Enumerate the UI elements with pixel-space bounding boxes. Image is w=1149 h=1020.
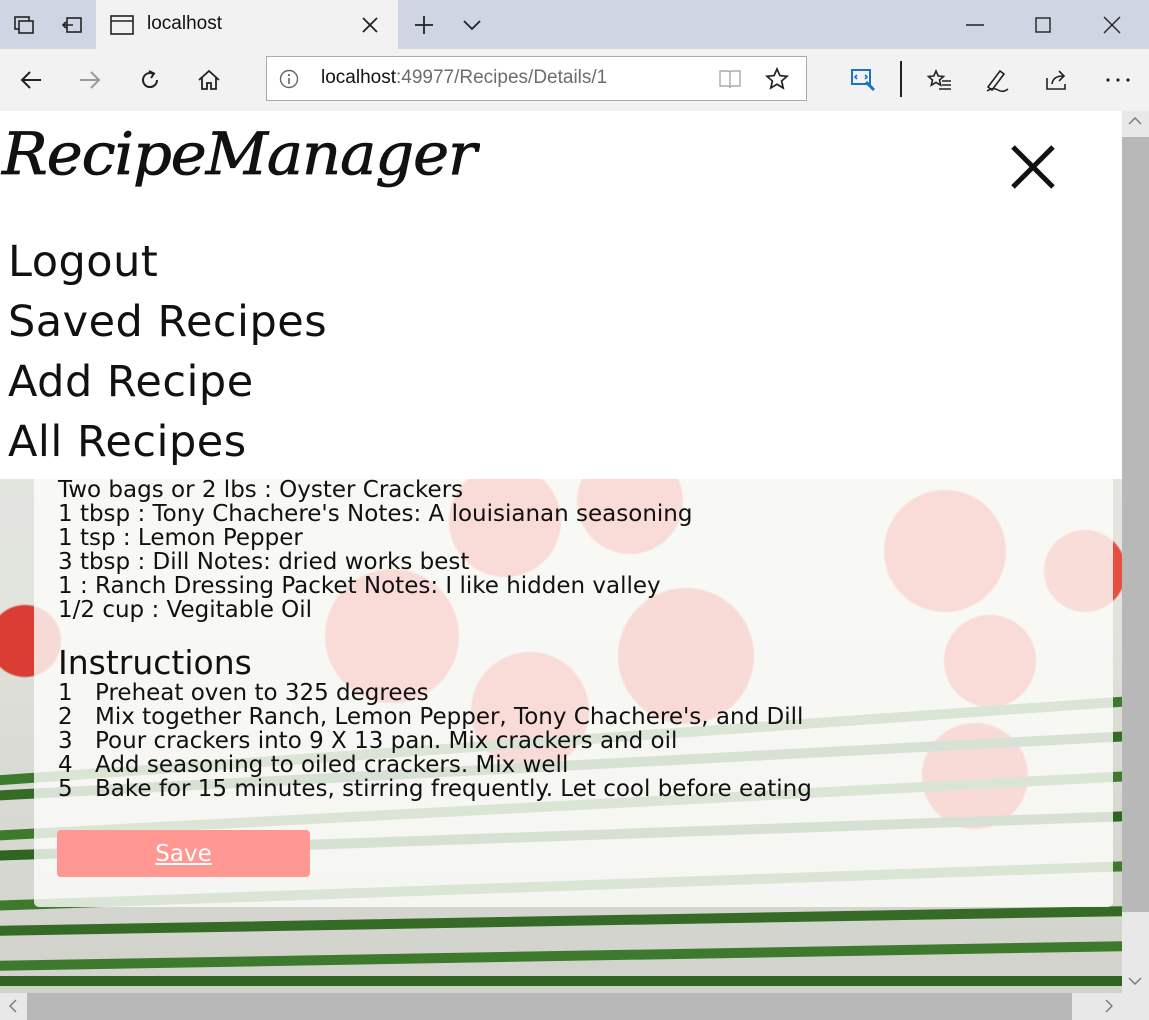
menu-item-logout[interactable]: Logout	[8, 237, 158, 287]
browser-navigation-bar: localhost:49977/Recipes/Details/1	[0, 49, 1149, 112]
step-text: Preheat oven to 325 degrees	[95, 680, 429, 706]
instructions-heading: Instructions	[58, 643, 252, 682]
new-tab-icon[interactable]	[400, 0, 448, 49]
step-text: Pour crackers into 9 X 13 pan. Mix crack…	[95, 728, 678, 754]
menu-item-saved-recipes[interactable]: Saved Recipes	[8, 297, 327, 347]
pen-notes-icon[interactable]	[969, 49, 1025, 111]
ingredient-item: 1 tbsp : Tony Chachere's Notes: A louisi…	[58, 501, 693, 527]
reading-view-icon[interactable]	[718, 68, 742, 94]
svg-text:RecipeManager: RecipeManager	[1, 120, 480, 188]
forward-arrow-icon[interactable]	[62, 49, 118, 111]
ingredient-item: 1/2 cup : Vegitable Oil	[58, 597, 313, 623]
page-viewport: Two bags or 2 lbs : Oyster Crackers 1 tb…	[0, 111, 1122, 993]
minimize-icon[interactable]	[941, 0, 1009, 49]
scroll-right-icon[interactable]	[1104, 999, 1114, 1017]
tab-title: localhost	[147, 13, 222, 34]
developer-tools-icon[interactable]	[836, 49, 892, 111]
site-info-icon[interactable]	[279, 69, 299, 93]
tab-manager-icon[interactable]	[0, 0, 48, 49]
save-button[interactable]: Save	[57, 830, 310, 877]
share-icon[interactable]	[1029, 49, 1085, 111]
favorites-list-icon[interactable]	[911, 49, 967, 111]
address-bar[interactable]: localhost:49977/Recipes/Details/1	[266, 56, 807, 101]
step-number: 5	[58, 776, 73, 802]
close-tab-icon[interactable]	[358, 13, 382, 37]
step-text: Add seasoning to oiled crackers. Mix wel…	[95, 752, 569, 778]
toolbar-separator	[900, 61, 902, 97]
step-number: 3	[58, 728, 73, 754]
recipemanager-logo[interactable]: RecipeManager	[0, 111, 482, 195]
step-number: 2	[58, 704, 73, 730]
url-text[interactable]: localhost:49977/Recipes/Details/1	[321, 67, 607, 89]
menu-item-add-recipe[interactable]: Add Recipe	[8, 357, 254, 407]
scroll-up-icon[interactable]	[1128, 114, 1142, 130]
browser-tab[interactable]: localhost	[96, 0, 398, 49]
step-number: 1	[58, 680, 73, 706]
ingredient-item: 1 : Ranch Dressing Packet Notes: I like …	[58, 573, 661, 599]
ingredient-item: 3 tbsp : Dill Notes: dried works best	[58, 549, 470, 575]
menu-item-all-recipes[interactable]: All Recipes	[8, 417, 247, 467]
favorite-star-icon[interactable]	[764, 66, 790, 95]
scroll-left-icon[interactable]	[8, 999, 18, 1017]
page-icon	[110, 15, 134, 39]
browser-tab-strip: localhost	[0, 0, 1149, 49]
window-close-icon[interactable]	[1078, 0, 1146, 49]
tab-preview-chevron-icon[interactable]	[448, 0, 496, 49]
horizontal-scrollbar-thumb[interactable]	[27, 993, 1072, 1020]
close-menu-icon[interactable]	[1005, 141, 1061, 197]
scroll-down-icon[interactable]	[1128, 974, 1142, 990]
back-arrow-icon[interactable]	[3, 49, 59, 111]
refresh-icon[interactable]	[122, 49, 178, 111]
set-tabs-aside-icon[interactable]	[48, 0, 96, 49]
home-icon[interactable]	[181, 49, 237, 111]
step-number: 4	[58, 752, 73, 778]
step-text: Mix together Ranch, Lemon Pepper, Tony C…	[95, 704, 804, 730]
ingredient-item: Two bags or 2 lbs : Oyster Crackers	[58, 477, 464, 503]
maximize-icon[interactable]	[1009, 0, 1077, 49]
navigation-menu-overlay: RecipeManager Logout Saved Recipes Add R…	[0, 111, 1122, 479]
more-options-icon[interactable]	[1090, 49, 1146, 111]
vertical-scrollbar-thumb[interactable]	[1122, 137, 1149, 912]
ingredient-item: 1 tsp : Lemon Pepper	[58, 525, 303, 551]
step-text: Bake for 15 minutes, stirring frequently…	[95, 776, 812, 802]
